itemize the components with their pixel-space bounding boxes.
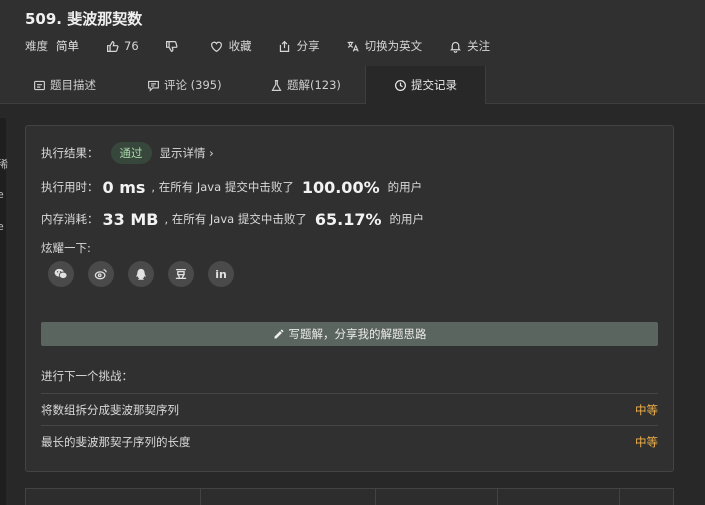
next-challenge-label: 进行下一个挑战： bbox=[41, 369, 133, 383]
runtime-percent: 100.00% bbox=[301, 177, 380, 197]
linkedin-icon[interactable]: in bbox=[208, 261, 234, 287]
description-icon bbox=[33, 79, 46, 92]
switch-language-label: 切换为英文 bbox=[364, 39, 423, 53]
memory-row: 内存消耗： 33 MB , 在所有 Java 提交中击败了 65.17% 的用户 bbox=[41, 208, 424, 230]
left-strip-glyph: e bbox=[0, 188, 4, 201]
tab-comments[interactable]: 评论 (395) bbox=[147, 66, 222, 104]
runtime-label: 执行用时： bbox=[41, 180, 99, 194]
translate-icon bbox=[346, 39, 360, 53]
memory-label: 内存消耗： bbox=[41, 212, 99, 226]
qq-icon[interactable] bbox=[128, 261, 154, 287]
bell-icon bbox=[448, 39, 462, 53]
dislike-button[interactable] bbox=[165, 39, 184, 53]
challenge-item[interactable]: 最长的斐波那契子序列的长度 中等 bbox=[41, 425, 658, 457]
submission-history-table bbox=[25, 488, 674, 505]
challenge-difficulty: 中等 bbox=[635, 402, 658, 417]
share-prompt: 炫耀一下: bbox=[41, 241, 91, 255]
left-strip-glyph: 稀 bbox=[0, 158, 8, 171]
challenge-item[interactable]: 将数组拆分成斐波那契序列 中等 bbox=[41, 393, 658, 425]
write-solution-button[interactable]: 写题解，分享我的解题思路 bbox=[41, 322, 658, 346]
pencil-icon bbox=[273, 328, 285, 340]
memory-suffix: 的用户 bbox=[389, 212, 425, 226]
tab-description[interactable]: 题目描述 bbox=[33, 66, 96, 104]
douban-icon[interactable]: 豆 bbox=[168, 261, 194, 287]
like-button[interactable]: 76 bbox=[105, 39, 139, 53]
runtime-mid: , 在所有 Java 提交中击败了 bbox=[151, 180, 294, 194]
follow-button[interactable]: 关注 bbox=[448, 38, 490, 54]
left-strip-glyph: e bbox=[0, 220, 4, 233]
comment-icon bbox=[147, 79, 160, 92]
table-column-divider bbox=[619, 489, 620, 505]
share-icon bbox=[278, 39, 292, 53]
memory-mid: , 在所有 Java 提交中击败了 bbox=[164, 212, 307, 226]
flask-icon bbox=[270, 79, 283, 92]
runtime-suffix: 的用户 bbox=[387, 180, 423, 194]
problem-title: 509. 斐波那契数 bbox=[25, 10, 143, 28]
follow-label: 关注 bbox=[467, 39, 491, 53]
table-column-divider bbox=[375, 489, 376, 505]
status-label: 执行结果： bbox=[41, 146, 99, 160]
table-column-divider bbox=[497, 489, 498, 505]
problem-header: 509. 斐波那契数 难度 简单 76 收藏 分享 切换为英文 关注 bbox=[0, 0, 705, 66]
table-column-divider bbox=[200, 489, 201, 505]
write-solution-label: 写题解，分享我的解题思路 bbox=[288, 327, 427, 341]
runtime-row: 执行用时： 0 ms , 在所有 Java 提交中击败了 100.00% 的用户 bbox=[41, 176, 422, 198]
memory-value: 33 MB bbox=[102, 209, 159, 229]
submission-result-panel: 执行结果： 通过 显示详情 › 执行用时： 0 ms , 在所有 Java 提交… bbox=[25, 125, 674, 472]
tab-description-label: 题目描述 bbox=[50, 78, 96, 92]
tab-submissions[interactable]: 提交记录 bbox=[365, 66, 486, 104]
share-icons: 豆 in bbox=[48, 261, 248, 287]
tab-comments-label: 评论 (395) bbox=[164, 78, 222, 92]
share-button[interactable]: 分享 bbox=[278, 38, 320, 54]
favorite-label: 收藏 bbox=[228, 39, 252, 53]
challenge-title: 将数组拆分成斐波那契序列 bbox=[41, 402, 179, 417]
show-details-link[interactable]: 显示详情 › bbox=[160, 145, 214, 161]
like-count: 76 bbox=[124, 39, 139, 53]
challenge-title: 最长的斐波那契子序列的长度 bbox=[41, 434, 191, 449]
left-editor-strip: 稀 e e bbox=[0, 118, 8, 505]
difficulty-value: 简单 bbox=[56, 39, 79, 53]
heart-icon bbox=[210, 39, 224, 53]
challenge-difficulty: 中等 bbox=[635, 434, 658, 449]
tab-solutions[interactable]: 题解(123) bbox=[270, 66, 341, 104]
tab-solutions-label: 题解(123) bbox=[287, 78, 341, 92]
switch-language-button[interactable]: 切换为英文 bbox=[346, 38, 423, 54]
weibo-icon[interactable] bbox=[88, 261, 114, 287]
thumbs-up-icon bbox=[105, 39, 119, 53]
problem-meta-bar: 难度 简单 76 收藏 分享 切换为英文 关注 bbox=[25, 37, 490, 55]
favorite-button[interactable]: 收藏 bbox=[210, 38, 252, 54]
memory-percent: 65.17% bbox=[314, 209, 382, 229]
wechat-icon[interactable] bbox=[48, 261, 74, 287]
difficulty-label: 难度 bbox=[25, 39, 48, 53]
status-row: 执行结果： 通过 显示详情 › bbox=[41, 142, 214, 164]
status-badge: 通过 bbox=[110, 142, 152, 164]
tab-submissions-label: 提交记录 bbox=[411, 78, 457, 92]
runtime-value: 0 ms bbox=[102, 177, 146, 197]
tab-bar: 题目描述 评论 (395) 题解(123) 提交记录 bbox=[0, 66, 705, 104]
clock-icon bbox=[394, 79, 407, 92]
share-label: 分享 bbox=[296, 39, 320, 53]
thumbs-down-icon bbox=[165, 39, 179, 53]
